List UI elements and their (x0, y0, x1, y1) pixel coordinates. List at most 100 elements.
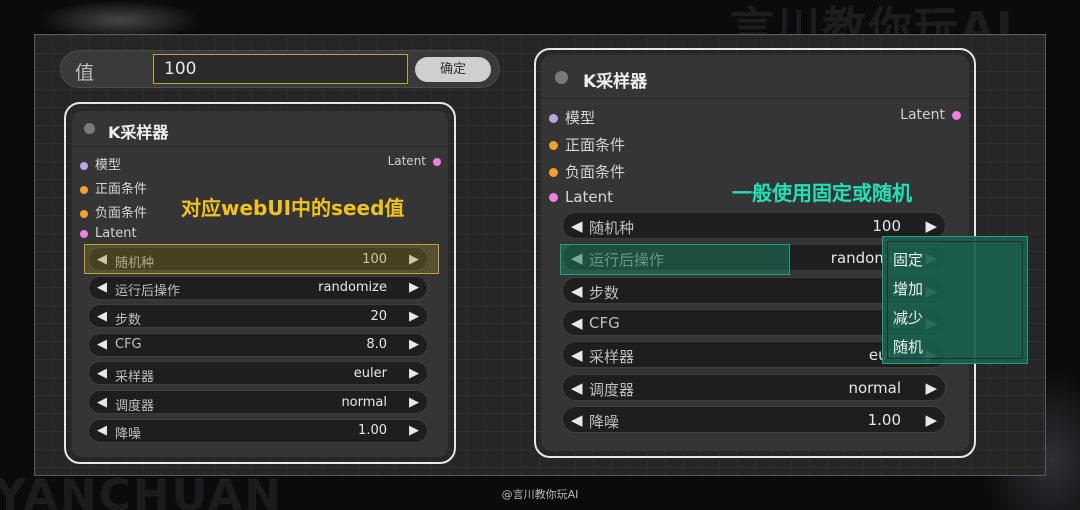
arrow-left-icon[interactable]: ◀ (97, 280, 107, 295)
dropdown-option[interactable]: 随机 (893, 336, 923, 357)
left-output-label: Latent (387, 154, 426, 168)
left-node-header[interactable]: K采样器 (72, 111, 448, 147)
arrow-left-icon[interactable]: ◀ (97, 337, 107, 352)
right-input-dot[interactable] (549, 168, 558, 177)
right-output-label: Latent (900, 107, 945, 123)
right-input-dot[interactable] (549, 193, 558, 202)
right-input-slot[interactable]: 负面条件 (549, 161, 625, 182)
left-widget-value: 100 (362, 251, 387, 267)
left-input-slot[interactable]: 正面条件 (80, 178, 147, 197)
right-widget-label: 采样器 (589, 348, 635, 367)
right-input-dot[interactable] (549, 141, 558, 150)
arrow-right-icon[interactable]: ▶ (925, 217, 937, 235)
right-widget-value: normal (848, 378, 901, 397)
arrow-right-icon[interactable]: ▶ (409, 423, 419, 438)
right-widget-6[interactable]: ◀ 调度器 normal ▶ (562, 373, 946, 401)
arrow-left-icon[interactable]: ◀ (571, 314, 583, 332)
arrow-right-icon[interactable]: ▶ (925, 411, 937, 429)
arrow-left-icon[interactable]: ◀ (571, 282, 583, 300)
left-widget-label: 运行后操作 (115, 284, 181, 300)
dropdown-option[interactable]: 固定 (893, 249, 923, 270)
credit-text: @言川教你玩AI (501, 488, 579, 501)
arrow-left-icon[interactable]: ◀ (97, 423, 107, 438)
arrow-right-icon[interactable]: ▶ (409, 395, 419, 410)
right-input-label: 正面条件 (565, 136, 626, 154)
left-node-collapse-dot[interactable] (84, 123, 95, 134)
right-input-label: 负面条件 (565, 163, 626, 181)
right-output-slot[interactable]: Latent (900, 107, 961, 123)
left-widget-3[interactable]: ◀ 步数 20 ▶ (88, 304, 428, 329)
left-widget-5[interactable]: ◀ 采样器 euler ▶ (88, 361, 428, 386)
annotation-fixed-random: 一般使用固定或随机 (732, 181, 912, 205)
left-widget-label: CFG (115, 337, 142, 353)
right-widget-label: 步数 (589, 283, 620, 302)
arrow-left-icon[interactable]: ◀ (571, 249, 583, 267)
left-input-slot[interactable]: Latent (80, 226, 137, 241)
value-label: 值 (75, 62, 95, 84)
arrow-left-icon[interactable]: ◀ (97, 395, 107, 410)
left-node-title: K采样器 (108, 123, 169, 142)
left-input-dot[interactable] (80, 209, 88, 218)
left-widget-label: 随机种 (115, 255, 155, 271)
arrow-left-icon[interactable]: ◀ (571, 346, 583, 364)
post-run-dropdown-menu: 固定 增加 减少 随机 (882, 236, 1028, 364)
left-input-label: 正面条件 (95, 182, 148, 197)
right-widget-value: 100 (872, 217, 901, 235)
left-input-label: Latent (95, 226, 137, 241)
left-input-slot[interactable]: 模型 (80, 154, 121, 173)
dropdown-option[interactable]: 增加 (893, 278, 923, 299)
right-input-slot[interactable]: 正面条件 (549, 134, 625, 155)
arrow-left-icon[interactable]: ◀ (97, 309, 107, 324)
left-input-label: 模型 (95, 158, 122, 173)
arrow-right-icon[interactable]: ▶ (925, 379, 937, 397)
left-widget-value: 20 (370, 308, 387, 324)
arrow-right-icon[interactable]: ▶ (409, 337, 419, 352)
arrow-left-icon[interactable]: ◀ (571, 217, 583, 235)
right-widget-label: 运行后操作 (589, 251, 665, 270)
left-widget-1[interactable]: ◀ 随机种 100 ▶ (88, 247, 428, 271)
arrow-left-icon[interactable]: ◀ (97, 366, 107, 381)
left-widget-label: 调度器 (115, 398, 155, 414)
left-input-dot[interactable] (80, 229, 88, 238)
value-widget: 值 100 确定 (60, 50, 500, 88)
right-widget-label: 降噪 (589, 412, 620, 431)
left-output-dot[interactable] (433, 157, 441, 166)
right-input-slot[interactable]: Latent (549, 188, 613, 206)
right-widget-label: CFG (589, 313, 620, 332)
left-input-dot[interactable] (80, 161, 88, 170)
left-widget-value: euler (353, 365, 387, 381)
right-input-label: 模型 (565, 109, 596, 127)
right-widget-1[interactable]: ◀ 随机种 100 ▶ (562, 212, 946, 239)
dropdown-option[interactable]: 减少 (893, 307, 923, 328)
left-output-slot[interactable]: Latent (388, 154, 441, 168)
right-input-slot[interactable]: 模型 (549, 107, 595, 128)
arrow-right-icon[interactable]: ▶ (409, 252, 419, 267)
left-widget-value: 1.00 (358, 423, 387, 439)
arrow-right-icon[interactable]: ▶ (409, 309, 419, 324)
right-output-dot[interactable] (952, 110, 961, 120)
right-widget-label: 随机种 (589, 219, 635, 237)
arrow-left-icon[interactable]: ◀ (571, 411, 583, 429)
arrow-right-icon[interactable]: ▶ (409, 280, 419, 295)
arrow-right-icon[interactable]: ▶ (409, 366, 419, 381)
right-node-header[interactable]: K采样器 (541, 55, 969, 99)
left-widget-4[interactable]: ◀ CFG 8.0 ▶ (88, 332, 428, 357)
left-widget-7[interactable]: ◀ 降噪 1.00 ▶ (88, 418, 428, 443)
left-input-label: 负面条件 (95, 206, 148, 221)
right-widget-label: 调度器 (589, 380, 635, 399)
right-node-collapse-dot[interactable] (555, 71, 568, 84)
left-widget-value: randomize (318, 280, 387, 296)
left-input-dot[interactable] (80, 185, 88, 194)
arrow-left-icon[interactable]: ◀ (97, 252, 107, 267)
right-widget-7[interactable]: ◀ 降噪 1.00 ▶ (562, 405, 946, 433)
right-node-title: K采样器 (583, 72, 648, 92)
arrow-left-icon[interactable]: ◀ (571, 379, 583, 397)
value-input[interactable]: 100 (153, 54, 408, 84)
right-input-dot[interactable] (549, 114, 558, 123)
left-widget-6[interactable]: ◀ 调度器 normal ▶ (88, 390, 428, 414)
left-input-slot[interactable]: 负面条件 (80, 202, 147, 221)
confirm-button[interactable]: 确定 (415, 57, 491, 82)
left-widget-2[interactable]: ◀ 运行后操作 randomize ▶ (88, 275, 428, 300)
left-widget-value: normal (341, 394, 387, 410)
left-widget-label: 降噪 (115, 427, 142, 443)
